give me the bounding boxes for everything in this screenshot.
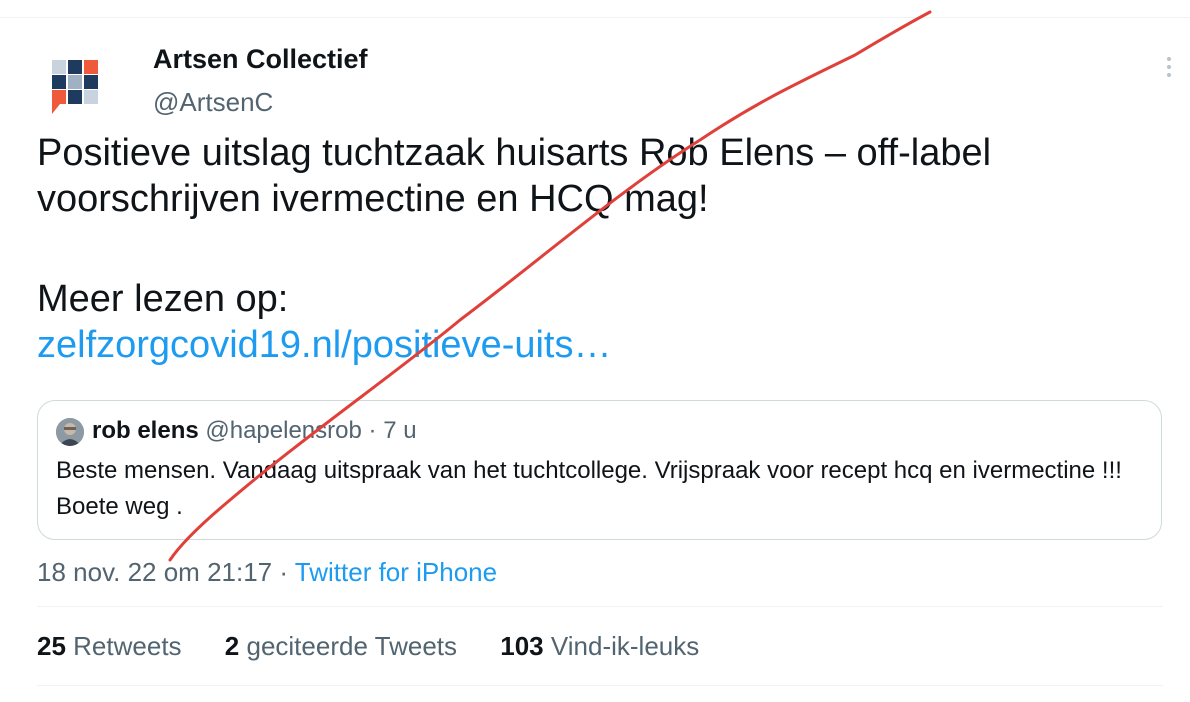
tweet-text-line: Positieve uitslag tuchtzaak huisarts Rob…: [37, 132, 992, 174]
quoted-text: Beste mensen. Vandaag uitspraak van het …: [56, 457, 1122, 520]
tweet-stats: 25 Retweets 2 geciteerde Tweets 103 Vind…: [37, 631, 735, 662]
divider: [37, 685, 1163, 686]
retweets-label: Retweets: [73, 631, 182, 661]
likes-label: Vind-ik-leuks: [550, 631, 700, 661]
quotes-stat[interactable]: 2 geciteerde Tweets: [225, 631, 457, 661]
more-vertical-icon[interactable]: [1157, 52, 1181, 82]
quoted-tweet[interactable]: rob elens @hapelensrob · 7 u Beste mense…: [37, 400, 1162, 540]
tweet-link[interactable]: zelfzorgcovid19.nl/positieve-uits…: [37, 324, 612, 366]
quoted-header: rob elens @hapelensrob · 7 u: [92, 417, 417, 444]
tweet-text: Positieve uitslag tuchtzaak huisarts Rob…: [37, 130, 1157, 368]
author-name[interactable]: Artsen Collectief: [153, 44, 368, 75]
tweet-text-line: voorschrijven ivermectine en HCQ mag!: [37, 178, 709, 220]
quoted-time: 7 u: [383, 417, 417, 444]
quotes-count: 2: [224, 631, 240, 661]
tweet-text-line: Meer lezen op:: [37, 278, 289, 320]
tweet-meta: 18 nov. 22 om 21:17 · Twitter for iPhone: [37, 557, 497, 588]
likes-count: 103: [500, 631, 544, 661]
quoted-author-handle: @hapelensrob: [205, 417, 362, 444]
retweets-count: 25: [37, 631, 66, 661]
tweet-timestamp[interactable]: 18 nov. 22 om 21:17: [37, 557, 272, 587]
quoted-author-avatar: [56, 418, 84, 446]
author-handle[interactable]: @ArtsenC: [153, 87, 273, 118]
top-divider: [0, 17, 1190, 18]
divider: [37, 606, 1163, 607]
retweets-stat[interactable]: 25 Retweets: [37, 631, 182, 661]
likes-stat[interactable]: 103 Vind-ik-leuks: [500, 631, 699, 661]
tweet-source[interactable]: Twitter for iPhone: [295, 557, 497, 587]
quotes-label: geciteerde Tweets: [246, 631, 458, 661]
quoted-author-name: rob elens: [92, 417, 199, 444]
meta-separator: ·: [272, 557, 295, 587]
author-avatar[interactable]: [52, 58, 100, 116]
